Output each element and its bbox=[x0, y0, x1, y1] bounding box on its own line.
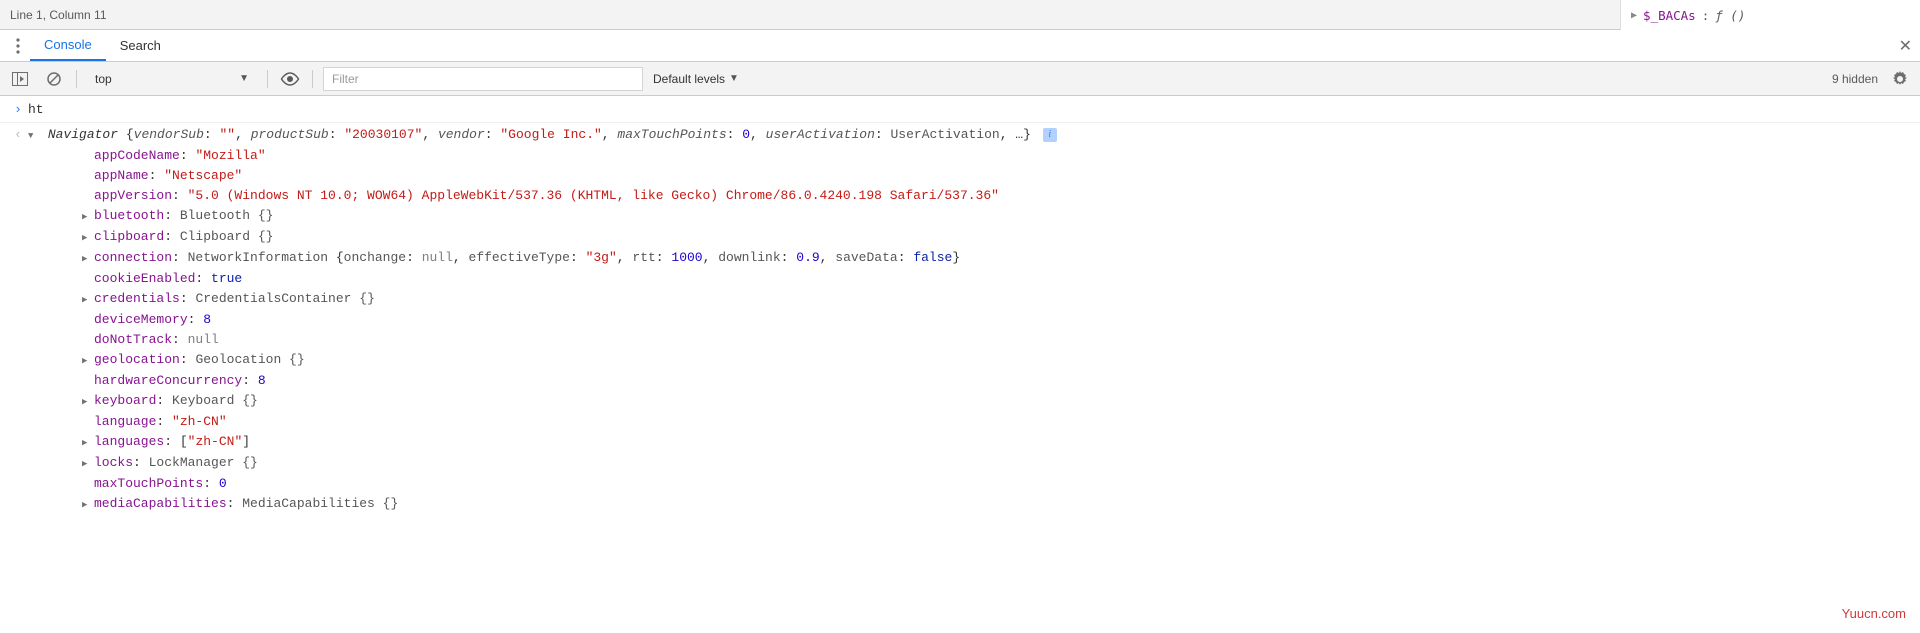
prop-appcodename[interactable]: appCodeName: "Mozilla" bbox=[56, 146, 1912, 166]
prop-language[interactable]: language: "zh-CN" bbox=[56, 412, 1912, 432]
log-levels-selector[interactable]: Default levels ▼ bbox=[653, 72, 739, 86]
context-selector[interactable]: top ▼ bbox=[87, 70, 257, 88]
console-input-row[interactable]: › ht bbox=[0, 98, 1920, 123]
prop-appname[interactable]: appName: "Netscape" bbox=[56, 166, 1912, 186]
console-log-area: › ht ‹ Navigator {vendorSub: "", product… bbox=[0, 96, 1920, 517]
chevron-right-icon[interactable] bbox=[82, 290, 92, 310]
filter-input[interactable] bbox=[323, 67, 643, 91]
prop-credentials[interactable]: credentials: CredentialsContainer {} bbox=[56, 289, 1912, 310]
chevron-down-icon: ▼ bbox=[239, 73, 249, 84]
prop-keyboard[interactable]: keyboard: Keyboard {} bbox=[56, 391, 1912, 412]
chevron-right-icon[interactable] bbox=[82, 454, 92, 474]
hidden-count[interactable]: 9 hidden bbox=[1832, 72, 1878, 86]
prop-bluetooth[interactable]: bluetooth: Bluetooth {} bbox=[56, 206, 1912, 227]
console-toolbar: top ▼ Default levels ▼ 9 hidden bbox=[0, 62, 1920, 96]
chevron-down-icon: ▼ bbox=[729, 73, 739, 84]
chevron-right-icon[interactable] bbox=[82, 495, 92, 515]
separator bbox=[312, 70, 313, 88]
chevron-right-icon[interactable] bbox=[82, 228, 92, 248]
prop-appversion[interactable]: appVersion: "5.0 (Windows NT 10.0; WOW64… bbox=[56, 186, 1912, 206]
close-icon[interactable]: ✕ bbox=[1899, 30, 1912, 61]
prop-cookieenabled[interactable]: cookieEnabled: true bbox=[56, 269, 1912, 289]
prop-devicememory[interactable]: deviceMemory: 8 bbox=[56, 310, 1912, 330]
scope-item[interactable]: ▶ $_BACAs: ƒ () bbox=[1631, 8, 1910, 23]
tab-search[interactable]: Search bbox=[106, 30, 175, 61]
clear-console-icon[interactable] bbox=[42, 67, 66, 91]
chevron-down-icon[interactable] bbox=[28, 126, 38, 146]
chevron-right-icon[interactable] bbox=[82, 249, 92, 269]
chevron-right-icon[interactable] bbox=[82, 351, 92, 371]
console-output-row: ‹ Navigator {vendorSub: "", productSub: … bbox=[0, 123, 1920, 517]
cursor-position: Line 1, Column 11 bbox=[10, 8, 107, 22]
prop-connection[interactable]: connection: NetworkInformation {onchange… bbox=[56, 248, 1912, 269]
input-marker-icon: › bbox=[8, 100, 28, 120]
scope-panel: ▶ $_BACAs: ƒ () bbox=[1620, 0, 1920, 30]
chevron-right-icon[interactable] bbox=[82, 392, 92, 412]
gear-icon[interactable] bbox=[1888, 67, 1912, 91]
chevron-right-icon: ▶ bbox=[1631, 10, 1637, 21]
separator bbox=[267, 70, 268, 88]
prop-maxtouchpoints[interactable]: maxTouchPoints: 0 bbox=[56, 474, 1912, 494]
sidebar-toggle-icon[interactable] bbox=[8, 67, 32, 91]
navigator-object[interactable]: Navigator {vendorSub: "", productSub: "2… bbox=[28, 125, 1912, 146]
prop-mediacapabilities[interactable]: mediaCapabilities: MediaCapabilities {} bbox=[56, 494, 1912, 515]
prop-locks[interactable]: locks: LockManager {} bbox=[56, 453, 1912, 474]
chevron-right-icon[interactable] bbox=[82, 433, 92, 453]
eye-icon[interactable] bbox=[278, 67, 302, 91]
watermark: Yuucn.com bbox=[1842, 606, 1906, 621]
prop-donottrack[interactable]: doNotTrack: null bbox=[56, 330, 1912, 350]
separator bbox=[76, 70, 77, 88]
output-marker-icon: ‹ bbox=[8, 125, 28, 145]
prop-languages[interactable]: languages: ["zh-CN"] bbox=[56, 432, 1912, 453]
info-icon[interactable]: i bbox=[1043, 128, 1057, 142]
chevron-right-icon[interactable] bbox=[82, 207, 92, 227]
prop-clipboard[interactable]: clipboard: Clipboard {} bbox=[56, 227, 1912, 248]
tab-console[interactable]: Console bbox=[30, 30, 106, 61]
prop-geolocation[interactable]: geolocation: Geolocation {} bbox=[56, 350, 1912, 371]
drawer-tabbar: Console Search ✕ bbox=[0, 30, 1920, 62]
prop-hardwareconcurrency[interactable]: hardwareConcurrency: 8 bbox=[56, 371, 1912, 391]
object-tree: appCodeName: "Mozilla" appName: "Netscap… bbox=[28, 146, 1912, 515]
kebab-menu-icon[interactable] bbox=[6, 30, 30, 61]
